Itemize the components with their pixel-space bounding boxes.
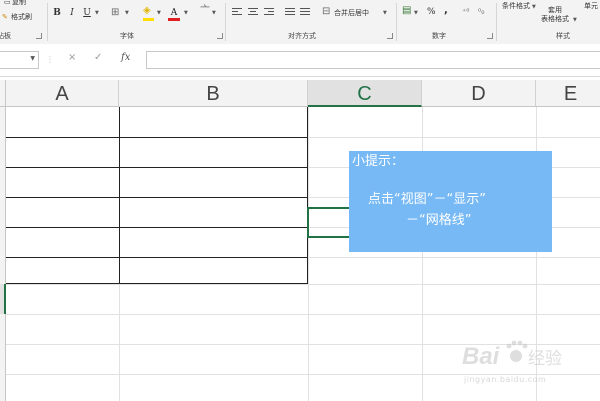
copy-icon[interactable]: ▭	[4, 0, 11, 7]
align-right-icon[interactable]	[264, 8, 274, 16]
column-header-c[interactable]: C	[308, 80, 422, 107]
font-color-dropdown-icon[interactable]: ▼	[184, 10, 188, 16]
align-left-icon[interactable]	[232, 8, 242, 16]
formula-input[interactable]	[146, 51, 600, 69]
gridline	[6, 284, 600, 285]
fill-color-dropdown-icon[interactable]: ▼	[157, 10, 161, 16]
font-launcher-icon[interactable]	[217, 33, 223, 39]
table-border	[119, 107, 120, 284]
row-header[interactable]	[0, 107, 6, 137]
table-border	[6, 167, 308, 168]
align-center-icon[interactable]	[248, 8, 258, 16]
cancel-icon[interactable]: ×	[68, 52, 76, 63]
italic-button[interactable]: I	[66, 6, 78, 20]
baidu-logo-icon: Bai 经验	[462, 340, 562, 370]
watermark-brand: Bai	[462, 343, 501, 370]
font-group-label: 字体	[120, 32, 134, 40]
tip-line-2: －“网格线”	[406, 213, 472, 228]
ribbon: ▭ 复制 ✎ 格式刷 剪贴板 B I U ▼ ⊞ ▼ ◈ ▼ A ▼ 亠 ▼ 字…	[0, 0, 600, 45]
tip-line-1: 点击“视图”－“显示”	[368, 192, 486, 207]
column-header-e[interactable]: E	[536, 80, 600, 107]
baidu-watermark: Bai 经验 jingyan.baidu.com	[460, 336, 580, 388]
group-divider	[47, 3, 48, 41]
row-header[interactable]	[0, 137, 6, 167]
row-header[interactable]	[0, 314, 6, 344]
decrease-indent-icon[interactable]	[285, 8, 295, 16]
number-launcher-icon[interactable]	[487, 33, 493, 39]
format-painter-icon[interactable]: ✎	[2, 13, 8, 22]
table-format-button[interactable]: 表格格式	[541, 15, 569, 24]
styles-group-label: 样式	[556, 32, 570, 40]
alignment-launcher-icon[interactable]	[387, 33, 393, 39]
fill-color-icon[interactable]: ◈	[143, 6, 151, 16]
group-divider	[396, 3, 397, 41]
phonetic-dropdown-icon[interactable]: ▼	[212, 10, 216, 16]
alignment-group-label: 对齐方式	[288, 32, 316, 40]
underline-button[interactable]: U	[81, 6, 93, 20]
name-box-dropdown-icon[interactable]: ▼	[30, 55, 35, 62]
table-border	[307, 107, 308, 284]
table-border	[6, 197, 308, 198]
number-group-label: 数字	[432, 32, 446, 40]
borders-dropdown-icon[interactable]: ▼	[125, 10, 129, 16]
table-format-dropdown-icon[interactable]: ▼	[573, 17, 577, 23]
merge-center-button[interactable]: 合并后居中	[334, 9, 369, 18]
format-painter-button[interactable]: 格式刷	[11, 13, 32, 22]
table-format-label-line1[interactable]: 套用	[548, 6, 562, 15]
accounting-format-icon[interactable]: ▤	[402, 6, 411, 16]
table-border	[6, 283, 308, 284]
group-divider	[496, 3, 497, 41]
column-header-a[interactable]: A	[6, 80, 119, 107]
gridline	[6, 314, 600, 315]
decrease-decimal-icon[interactable]: ⁰₀	[478, 7, 484, 16]
table-border	[6, 257, 308, 258]
merge-center-dropdown-icon[interactable]: ▼	[383, 10, 387, 16]
tip-callout: 小提示： 点击“视图”－“显示” －“网格线”	[349, 151, 552, 252]
paw-icon	[506, 340, 528, 362]
column-header-d[interactable]: D	[422, 80, 536, 107]
copy-button[interactable]: 复制	[12, 0, 26, 7]
gridline	[308, 107, 309, 401]
formula-bar: ▼ ⋮ × ✓ fx	[0, 44, 600, 77]
row-header[interactable]	[0, 374, 6, 401]
table-border	[6, 137, 308, 138]
underline-dropdown-icon[interactable]: ▼	[95, 10, 99, 16]
row-header[interactable]	[0, 257, 6, 284]
row-header[interactable]	[0, 197, 6, 227]
tip-title: 小提示：	[352, 154, 405, 169]
watermark-site: jingyan.baidu.com	[464, 375, 547, 384]
phonetic-icon[interactable]: 亠	[200, 6, 210, 16]
enter-icon[interactable]: ✓	[94, 52, 102, 63]
clipboard-group-label: 剪贴板	[0, 32, 11, 40]
font-color-swatch	[168, 18, 180, 21]
formula-bar-grip-icon: ⋮	[46, 55, 54, 64]
percent-button[interactable]: %	[427, 8, 436, 17]
column-header-b[interactable]: B	[119, 80, 308, 107]
row-header-selected[interactable]	[0, 284, 6, 314]
clipboard-launcher-icon[interactable]	[36, 33, 42, 39]
borders-icon[interactable]: ⊞	[111, 8, 119, 18]
row-header[interactable]	[0, 344, 6, 374]
bold-button[interactable]: B	[51, 6, 63, 20]
increase-decimal-icon[interactable]: ⁺⁰	[462, 7, 469, 16]
insert-function-button[interactable]: fx	[121, 52, 130, 63]
watermark-suffix: 经验	[528, 349, 562, 369]
merge-center-icon[interactable]: ⊟	[322, 7, 330, 17]
table-border	[6, 227, 308, 228]
accounting-dropdown-icon[interactable]: ▼	[414, 10, 418, 16]
group-divider	[225, 3, 226, 41]
conditional-format-dropdown-icon[interactable]: ▼	[532, 4, 536, 10]
fill-color-swatch	[143, 18, 154, 21]
name-box[interactable]: ▼	[0, 51, 39, 69]
increase-indent-icon[interactable]	[300, 8, 310, 16]
row-header[interactable]	[0, 227, 6, 257]
conditional-format-button[interactable]: 条件格式	[502, 2, 530, 11]
row-header[interactable]	[0, 167, 6, 197]
comma-style-button[interactable]: ,	[444, 6, 448, 16]
cell-styles-button[interactable]: 单元	[584, 2, 598, 11]
